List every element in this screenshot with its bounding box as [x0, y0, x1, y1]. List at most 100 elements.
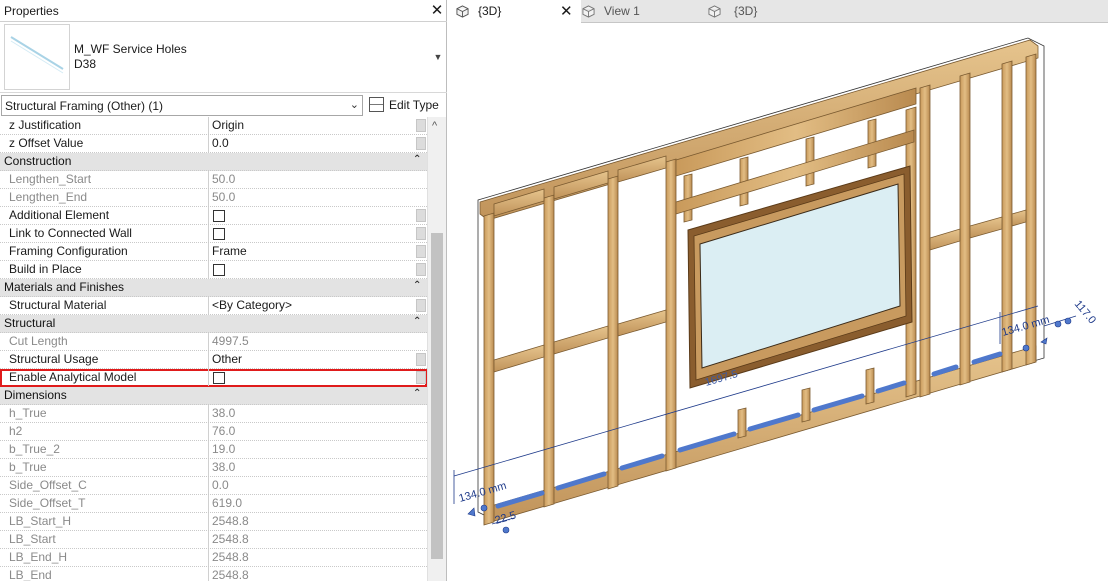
chevron-down-icon: ⌄	[349, 99, 359, 111]
property-row[interactable]: h2 76.0	[0, 423, 427, 441]
property-label: Lengthen_End	[0, 189, 209, 206]
property-row[interactable]: LB_Start_H 2548.8	[0, 513, 427, 531]
property-row[interactable]: Structural Usage Other	[0, 351, 427, 369]
property-value: 50.0	[212, 190, 236, 204]
property-value[interactable]: 0.0	[210, 135, 415, 152]
3d-view-cube-icon	[708, 5, 721, 18]
property-value[interactable]: Origin	[210, 117, 415, 134]
tab-label: {3D}	[734, 4, 758, 18]
property-checkbox[interactable]	[213, 210, 225, 222]
property-value: 38.0	[212, 406, 236, 420]
property-row[interactable]: LB_End 2548.8	[0, 567, 427, 581]
associate-parameter-button[interactable]	[416, 245, 426, 258]
property-checkbox[interactable]	[213, 264, 225, 276]
property-checkbox[interactable]	[213, 372, 225, 384]
property-label: Side_Offset_C	[0, 477, 209, 494]
property-row[interactable]: Lengthen_End 50.0	[0, 189, 427, 207]
property-row[interactable]: Cut Length 4997.5	[0, 333, 427, 351]
property-row[interactable]: Lengthen_Start 50.0	[0, 171, 427, 189]
properties-title: Properties	[4, 4, 59, 18]
property-value[interactable]: <By Category>	[210, 297, 415, 314]
property-row[interactable]: LB_Start 2548.8	[0, 531, 427, 549]
property-group-header[interactable]: Structural ⌃	[0, 315, 427, 333]
property-value: 619.0	[212, 496, 243, 510]
3d-view-cube-icon	[456, 5, 469, 18]
property-row[interactable]: h_True 38.0	[0, 405, 427, 423]
property-row[interactable]: Side_Offset_C 0.0	[0, 477, 427, 495]
property-group-header[interactable]: Materials and Finishes ⌃	[0, 279, 427, 297]
properties-scrollbar[interactable]: ^	[427, 117, 446, 581]
property-value[interactable]: Frame	[210, 243, 415, 260]
property-label: h_True	[0, 405, 209, 422]
type-name: M_WF Service Holes D38	[74, 42, 187, 72]
property-label: Lengthen_Start	[0, 171, 209, 188]
associate-parameter-button[interactable]	[416, 137, 426, 150]
instance-filter-row: Structural Framing (Other) (1) ⌄ Edit Ty…	[0, 94, 447, 117]
property-group-header[interactable]: Dimensions ⌃	[0, 387, 427, 405]
associate-parameter-button[interactable]	[416, 353, 426, 366]
property-checkbox[interactable]	[213, 228, 225, 240]
property-label: Build in Place	[0, 261, 209, 278]
property-value: 4997.5	[212, 334, 249, 348]
property-value: 2548.8	[212, 532, 249, 546]
dimension-far-right[interactable]: 117.0	[1072, 298, 1098, 326]
property-label: LB_End	[0, 567, 209, 581]
property-row[interactable]: Structural Material <By Category>	[0, 297, 427, 315]
collapse-section-icon[interactable]: ⌃	[413, 154, 421, 165]
associate-parameter-button[interactable]	[416, 119, 426, 132]
property-label: b_True_2	[0, 441, 209, 458]
tab-3d[interactable]: {3D}	[708, 0, 834, 23]
property-label: LB_Start_H	[0, 513, 209, 530]
collapse-section-icon[interactable]: ⌃	[413, 316, 421, 327]
property-value: 2548.8	[212, 568, 249, 581]
properties-grid: z Justification Origin z Offset Value 0.0 Co…	[0, 117, 427, 581]
chevron-down-icon[interactable]: ▼	[432, 52, 444, 64]
instance-filter-value: Structural Framing (Other) (1)	[5, 99, 164, 113]
properties-palette: Properties ✕ M_WF Service Holes D38 ▼ St…	[0, 0, 447, 581]
property-row[interactable]: b_True_2 19.0	[0, 441, 427, 459]
associate-parameter-button[interactable]	[416, 227, 426, 240]
property-label: Structural Usage	[0, 351, 209, 368]
property-label: Enable Analytical Model	[0, 369, 209, 386]
wall-framing-model[interactable]: 134.0 mm 134.0 mm 117.0 22.5 1697.5	[448, 24, 1108, 581]
close-icon[interactable]: ✕	[428, 1, 446, 21]
property-row[interactable]: Build in Place	[0, 261, 427, 279]
property-value: 19.0	[212, 442, 236, 456]
scroll-up-icon[interactable]: ^	[432, 120, 437, 132]
bottom-plate[interactable]	[483, 345, 1037, 525]
edit-type-button[interactable]: Edit Type	[367, 95, 445, 116]
instance-filter-dropdown[interactable]: Structural Framing (Other) (1) ⌄	[1, 95, 363, 116]
property-row[interactable]: z Offset Value 0.0	[0, 135, 427, 153]
associate-parameter-button[interactable]	[416, 299, 426, 312]
property-row[interactable]: Side_Offset_T 619.0	[0, 495, 427, 513]
edit-type-label: Edit Type	[389, 98, 439, 112]
associate-parameter-button[interactable]	[416, 263, 426, 276]
collapse-section-icon[interactable]: ⌃	[413, 388, 421, 399]
property-row[interactable]: Additional Element	[0, 207, 427, 225]
tab-3d-active[interactable]: {3D} ✕	[448, 0, 581, 23]
property-row[interactable]: Enable Analytical Model	[0, 369, 427, 387]
type-size-name: D38	[74, 57, 97, 71]
group-label: Construction	[4, 154, 72, 168]
associate-parameter-button[interactable]	[416, 209, 426, 222]
3d-view-canvas[interactable]: 134.0 mm 134.0 mm 117.0 22.5 1697.5	[448, 24, 1108, 581]
property-row[interactable]: Link to Connected Wall	[0, 225, 427, 243]
family-thumbnail-icon	[4, 24, 70, 90]
property-group-header[interactable]: Construction ⌃	[0, 153, 427, 171]
collapse-section-icon[interactable]: ⌃	[413, 280, 421, 291]
property-row[interactable]: Framing Configuration Frame	[0, 243, 427, 261]
scrollbar-thumb[interactable]	[431, 233, 443, 559]
property-label: Link to Connected Wall	[0, 225, 209, 242]
property-label: Structural Material	[0, 297, 209, 314]
property-value[interactable]: Other	[210, 351, 415, 368]
property-row[interactable]: b_True 38.0	[0, 459, 427, 477]
property-row[interactable]: LB_End_H 2548.8	[0, 549, 427, 567]
dimension-left[interactable]: 134.0 mm	[458, 480, 508, 505]
tab-view-1[interactable]: View 1	[582, 0, 708, 23]
type-selector[interactable]: M_WF Service Holes D38 ▼	[0, 22, 447, 93]
property-row[interactable]: z Justification Origin	[0, 117, 427, 135]
tab-label: View 1	[604, 4, 640, 18]
associate-parameter-button[interactable]	[416, 371, 426, 384]
close-icon[interactable]: ✕	[560, 0, 573, 23]
properties-title-bar: Properties ✕	[0, 0, 447, 22]
